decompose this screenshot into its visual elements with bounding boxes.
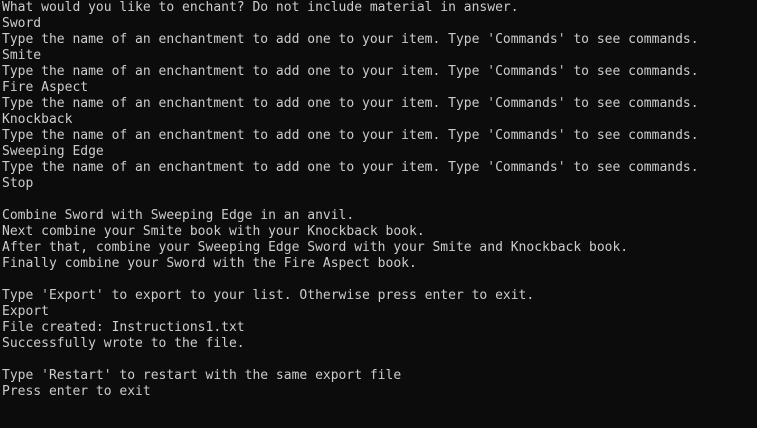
- console-line: Type 'Export' to export to your list. Ot…: [2, 288, 535, 303]
- console-line: Type the name of an enchantment to add o…: [2, 96, 699, 111]
- console-line: Type the name of an enchantment to add o…: [2, 128, 699, 143]
- console-window[interactable]: What would you like to enchant? Do not i…: [0, 0, 757, 428]
- console-line: Type the name of an enchantment to add o…: [2, 160, 699, 175]
- console-line: Successfully wrote to the file.: [2, 336, 245, 351]
- console-line: Next combine your Smite book with your K…: [2, 224, 425, 239]
- console-line: What would you like to enchant? Do not i…: [2, 0, 519, 15]
- console-line: Type the name of an enchantment to add o…: [2, 32, 699, 47]
- console-line: Press enter to exit: [2, 384, 151, 399]
- console-line: File created: Instructions1.txt: [2, 320, 245, 335]
- console-output: What would you like to enchant? Do not i…: [2, 0, 699, 400]
- console-line: After that, combine your Sweeping Edge S…: [2, 240, 629, 255]
- console-line: Fire Aspect: [2, 80, 89, 95]
- console-line: Smite: [2, 48, 42, 63]
- console-line: Type the name of an enchantment to add o…: [2, 64, 699, 79]
- console-line: Combine Sword with Sweeping Edge in an a…: [2, 208, 355, 223]
- console-line: Knockback: [2, 112, 73, 127]
- console-line: Type 'Restart' to restart with the same …: [2, 368, 402, 383]
- console-line: Stop: [2, 176, 34, 191]
- console-line: Sword: [2, 16, 42, 31]
- console-line: Finally combine your Sword with the Fire…: [2, 256, 417, 271]
- console-line: Sweeping Edge: [2, 144, 104, 159]
- console-line: Export: [2, 304, 49, 319]
